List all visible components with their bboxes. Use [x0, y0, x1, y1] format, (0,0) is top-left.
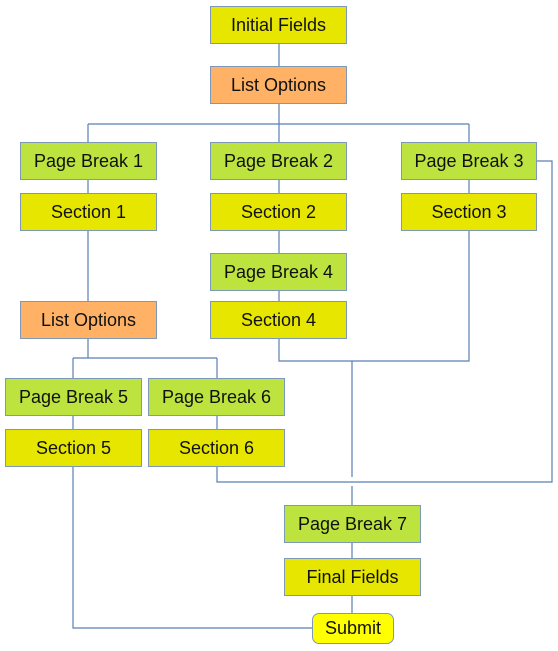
flowchart: Initial Fields List Options Page Break 1… [0, 0, 558, 651]
node-page-break-1: Page Break 1 [20, 142, 157, 180]
node-final-fields: Final Fields [284, 558, 421, 596]
node-section-6: Section 6 [148, 429, 285, 467]
node-section-3: Section 3 [401, 193, 537, 231]
node-page-break-3: Page Break 3 [401, 142, 537, 180]
node-page-break-7: Page Break 7 [284, 505, 421, 543]
node-page-break-6: Page Break 6 [148, 378, 285, 416]
node-section-1: Section 1 [20, 193, 157, 231]
node-submit: Submit [312, 613, 394, 644]
node-section-2: Section 2 [210, 193, 347, 231]
node-page-break-2: Page Break 2 [210, 142, 347, 180]
node-list-options: List Options [210, 66, 347, 104]
edge-s4-s3-merge [278, 231, 470, 362]
node-initial-fields: Initial Fields [210, 6, 347, 44]
node-section-5: Section 5 [5, 429, 142, 467]
node-page-break-4: Page Break 4 [210, 253, 347, 291]
node-section-4: Section 4 [210, 301, 347, 339]
node-page-break-5: Page Break 5 [5, 378, 142, 416]
node-list-options-2: List Options [20, 301, 157, 339]
edge-s5-submit [72, 467, 312, 629]
